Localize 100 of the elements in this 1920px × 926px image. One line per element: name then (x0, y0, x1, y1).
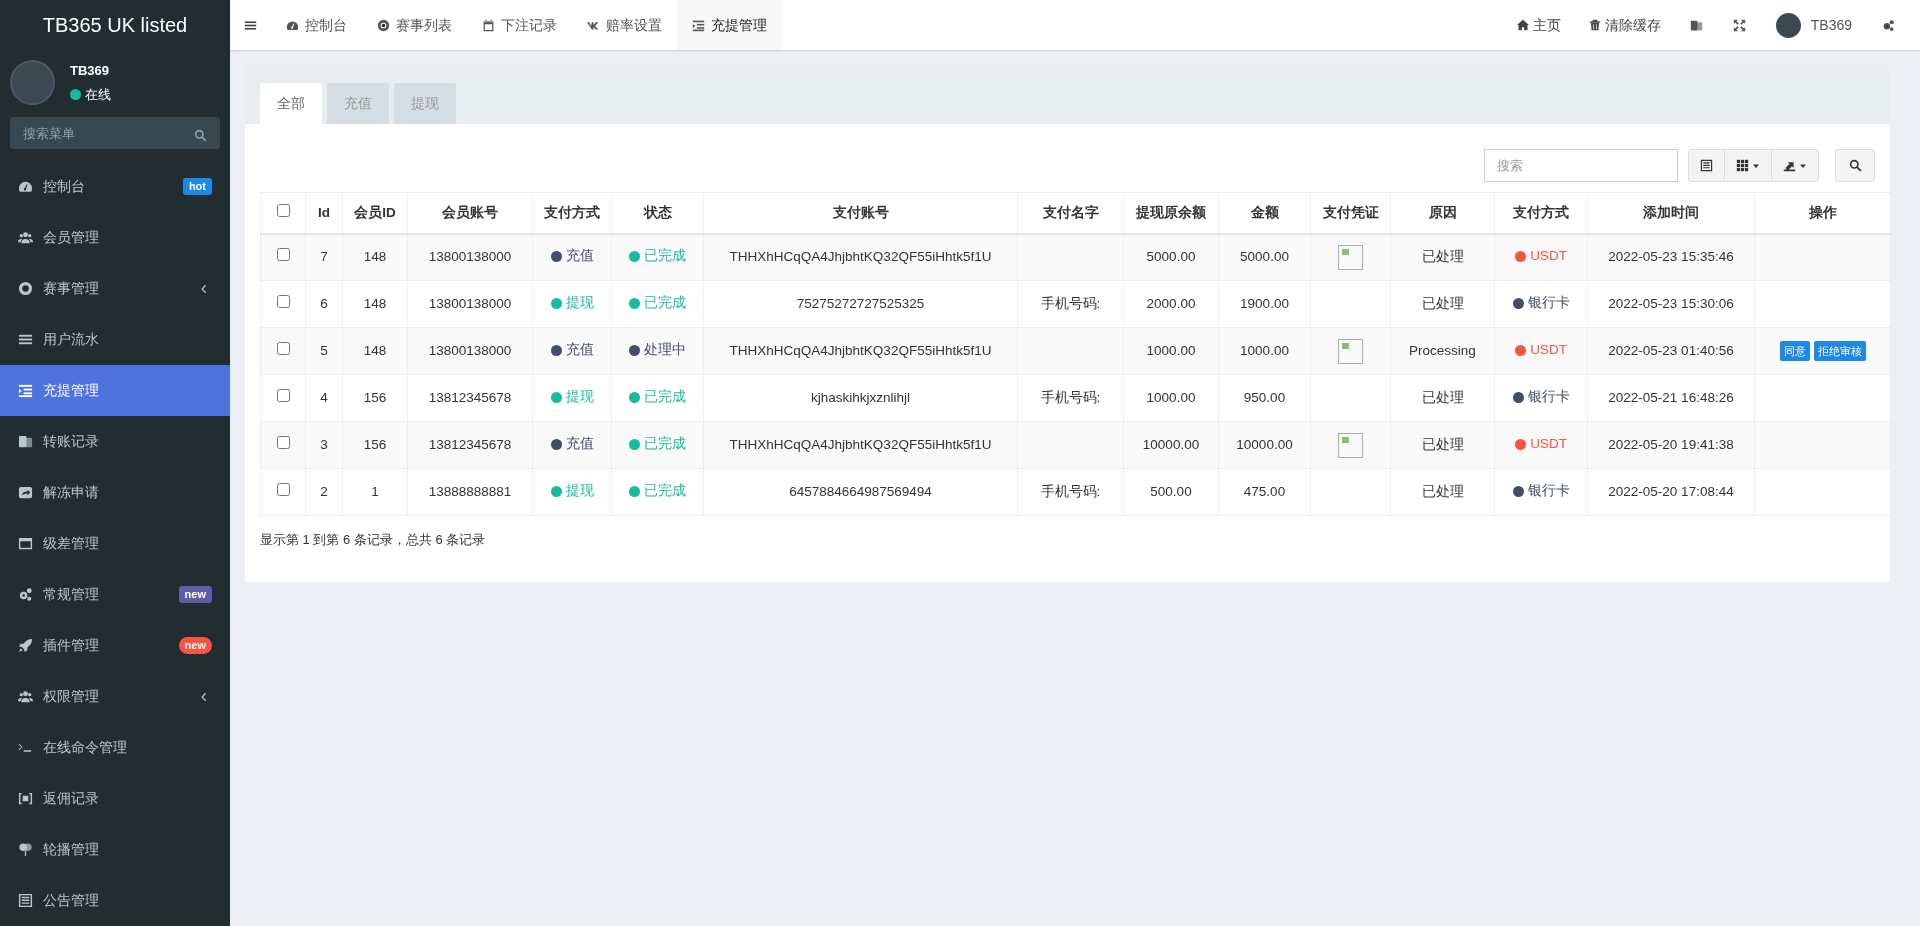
nav-tab[interactable]: 控制台 (271, 0, 362, 50)
nav-tab[interactable]: 充提管理 (677, 0, 782, 50)
newspaper-icon (18, 893, 33, 908)
table-cell: THHXhHCqQA4JhjbhtKQ32QF55iHhtk5f1U (703, 327, 1018, 375)
column-header: 支付名字 (1017, 192, 1124, 234)
grid-icon (1736, 159, 1749, 172)
sidebar-item-label: 级差管理 (43, 534, 100, 553)
balloons-icon (18, 842, 33, 857)
home-icon (1516, 19, 1529, 31)
sidebar-item[interactable]: 公告管理 (0, 875, 230, 926)
table-cell: THHXhHCqQA4JhjbhtKQ32QF55iHhtk5f1U (703, 233, 1018, 281)
indent-list-icon (18, 383, 33, 398)
sidebar-item[interactable]: 级差管理 (0, 518, 230, 569)
table-cell: 13800138000 (407, 327, 533, 375)
row-checkbox[interactable] (276, 341, 290, 355)
select-all-checkbox[interactable] (276, 203, 290, 217)
table-cell: 156 (342, 421, 408, 469)
status-label: 提现 (565, 294, 594, 313)
status-label: 充值 (565, 341, 594, 360)
table-cell: 2022-05-23 01:40:56 (1587, 327, 1755, 375)
table-cell: 1000.00 (1123, 327, 1219, 375)
sidebar-item[interactable]: 用户流水 (0, 314, 230, 365)
sidebar-item[interactable]: 解冻申请 (0, 467, 230, 518)
reject-button[interactable]: 拒绝审核 (1813, 340, 1866, 362)
sidebar-item-label: 转账记录 (43, 432, 100, 451)
column-header: 金额 (1218, 192, 1311, 234)
export-button[interactable] (1771, 149, 1819, 182)
column-header: 提现原余额 (1123, 192, 1219, 234)
status-label: 银行卡 (1527, 482, 1570, 501)
sidebar-item[interactable]: 轮播管理 (0, 824, 230, 875)
table-cell: 已处理 (1390, 374, 1495, 422)
content-tab[interactable]: 全部 (260, 83, 322, 124)
table-cell: 7 (305, 233, 343, 281)
export-icon (1783, 159, 1796, 172)
table-cell: 2022-05-23 15:35:46 (1587, 233, 1755, 281)
table-cell: 5000.00 (1218, 233, 1311, 281)
table-cell: 3 (305, 421, 343, 469)
sidebar-item[interactable]: 常规管理 new (0, 569, 230, 620)
lifebuoy-icon (18, 281, 33, 296)
search-button[interactable] (1835, 149, 1875, 182)
row-checkbox[interactable] (276, 435, 290, 449)
sidebar-item[interactable]: 赛事管理 (0, 263, 230, 314)
menu-icon (244, 18, 257, 32)
column-header: 会员账号 (407, 192, 533, 234)
dashboard-icon (286, 18, 299, 32)
badge: new (178, 586, 212, 603)
table-cell: THHXhHCqQA4JhjbhtKQ32QF55iHhtk5f1U (703, 421, 1018, 469)
sidebar-item[interactable]: 充提管理 (0, 365, 230, 416)
status-label: 充值 (565, 435, 594, 454)
table-cell: 手机号码: (1017, 374, 1124, 422)
table-cell: 13812345678 (407, 374, 533, 422)
sidebar-item[interactable]: 在线命令管理 (0, 722, 230, 773)
table-cell: 已处理 (1390, 468, 1495, 516)
row-checkbox[interactable] (276, 294, 290, 308)
table-cell: 156 (342, 374, 408, 422)
brand-title: TB365 UK listed (41, 13, 189, 38)
table-cell: 950.00 (1218, 374, 1311, 422)
badge: new (178, 637, 212, 654)
table-cell: 4 (305, 374, 343, 422)
sidebar-item-label: 公告管理 (43, 891, 100, 910)
sidebar-item[interactable]: 转账记录 (0, 416, 230, 467)
toggle-view-button[interactable] (1688, 149, 1725, 182)
row-checkbox[interactable] (276, 248, 290, 262)
users-icon (18, 689, 33, 704)
status-label: USDT (1530, 341, 1567, 360)
search-field[interactable]: 搜索 (1484, 149, 1678, 182)
row-checkbox[interactable] (276, 482, 290, 496)
gears-icon (1882, 18, 1895, 32)
sidebar-item-label: 用户流水 (43, 330, 100, 349)
table-cell: 2000.00 (1123, 280, 1219, 328)
pagination-summary: 显示第 1 到第 6 条记录，总共 6 条记录 (260, 531, 487, 549)
sidebar-item[interactable]: 权限管理 (0, 671, 230, 722)
sidebar-item[interactable]: 返佣记录 (0, 773, 230, 824)
column-header: 支付账号 (703, 192, 1018, 234)
sidebar-item[interactable]: 会员管理 (0, 212, 230, 263)
share-square-icon (18, 485, 33, 500)
column-header: 会员ID (342, 192, 408, 234)
approve-button[interactable]: 同意 (1779, 340, 1810, 362)
newspaper-icon (1700, 159, 1713, 172)
sidebar-item[interactable]: 插件管理 new (0, 620, 230, 671)
status-label: 已完成 (644, 294, 686, 313)
table-cell: 1 (342, 468, 408, 516)
rocket-icon (18, 638, 33, 653)
table-cell: 1000.00 (1218, 327, 1311, 375)
search-menu-field[interactable]: 搜索菜单 (10, 117, 220, 149)
indent-list-icon (692, 18, 705, 32)
columns-button[interactable] (1724, 149, 1772, 182)
table-cell: 475.00 (1218, 468, 1311, 516)
nav-tab[interactable]: 下注记录 (467, 0, 572, 50)
status-label: 银行卡 (1527, 294, 1570, 313)
table-cell: 5000.00 (1123, 233, 1219, 281)
table-cell: 2022-05-21 16:48:26 (1587, 374, 1755, 422)
nav-link[interactable]: 清除缓存 (1574, 0, 1675, 50)
user-menu[interactable]: TB369 (1760, 0, 1867, 50)
status-label: 已完成 (644, 435, 686, 454)
sidebar-item[interactable]: 控制台 hot (0, 161, 230, 212)
nav-link[interactable]: 主页 (1502, 0, 1575, 50)
row-checkbox[interactable] (276, 388, 290, 402)
nav-tab[interactable]: 赔率设置 (572, 0, 677, 50)
nav-tab[interactable]: 赛事列表 (362, 0, 467, 50)
